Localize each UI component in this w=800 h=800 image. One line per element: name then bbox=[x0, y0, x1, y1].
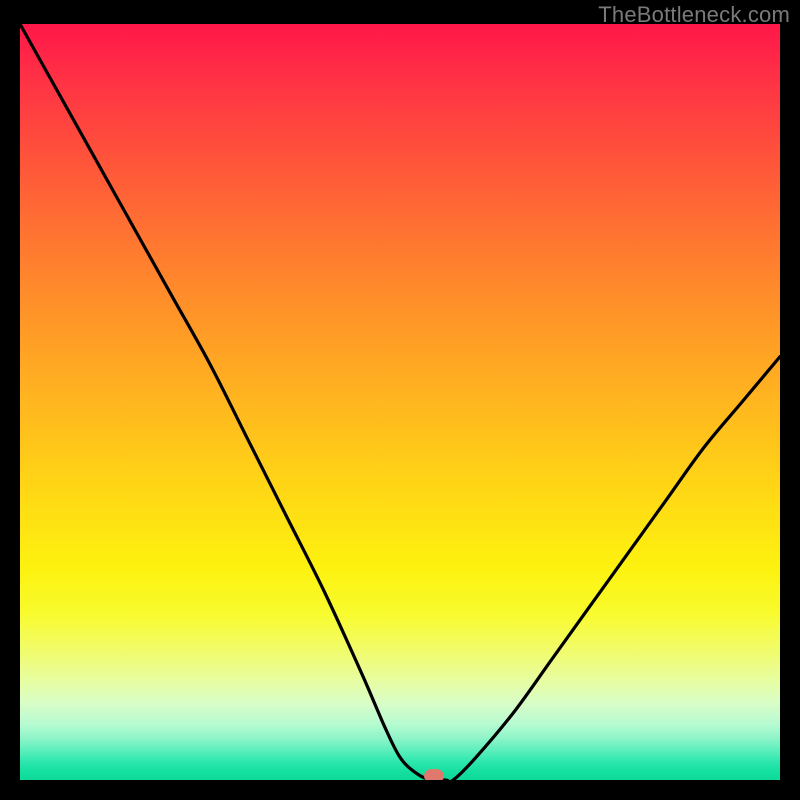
plot-area bbox=[20, 24, 780, 780]
chart-frame: TheBottleneck.com bbox=[0, 0, 800, 800]
bottleneck-curve bbox=[20, 24, 780, 780]
optimum-marker bbox=[424, 769, 444, 780]
plot-outer bbox=[20, 24, 780, 780]
watermark-text: TheBottleneck.com bbox=[598, 2, 790, 28]
